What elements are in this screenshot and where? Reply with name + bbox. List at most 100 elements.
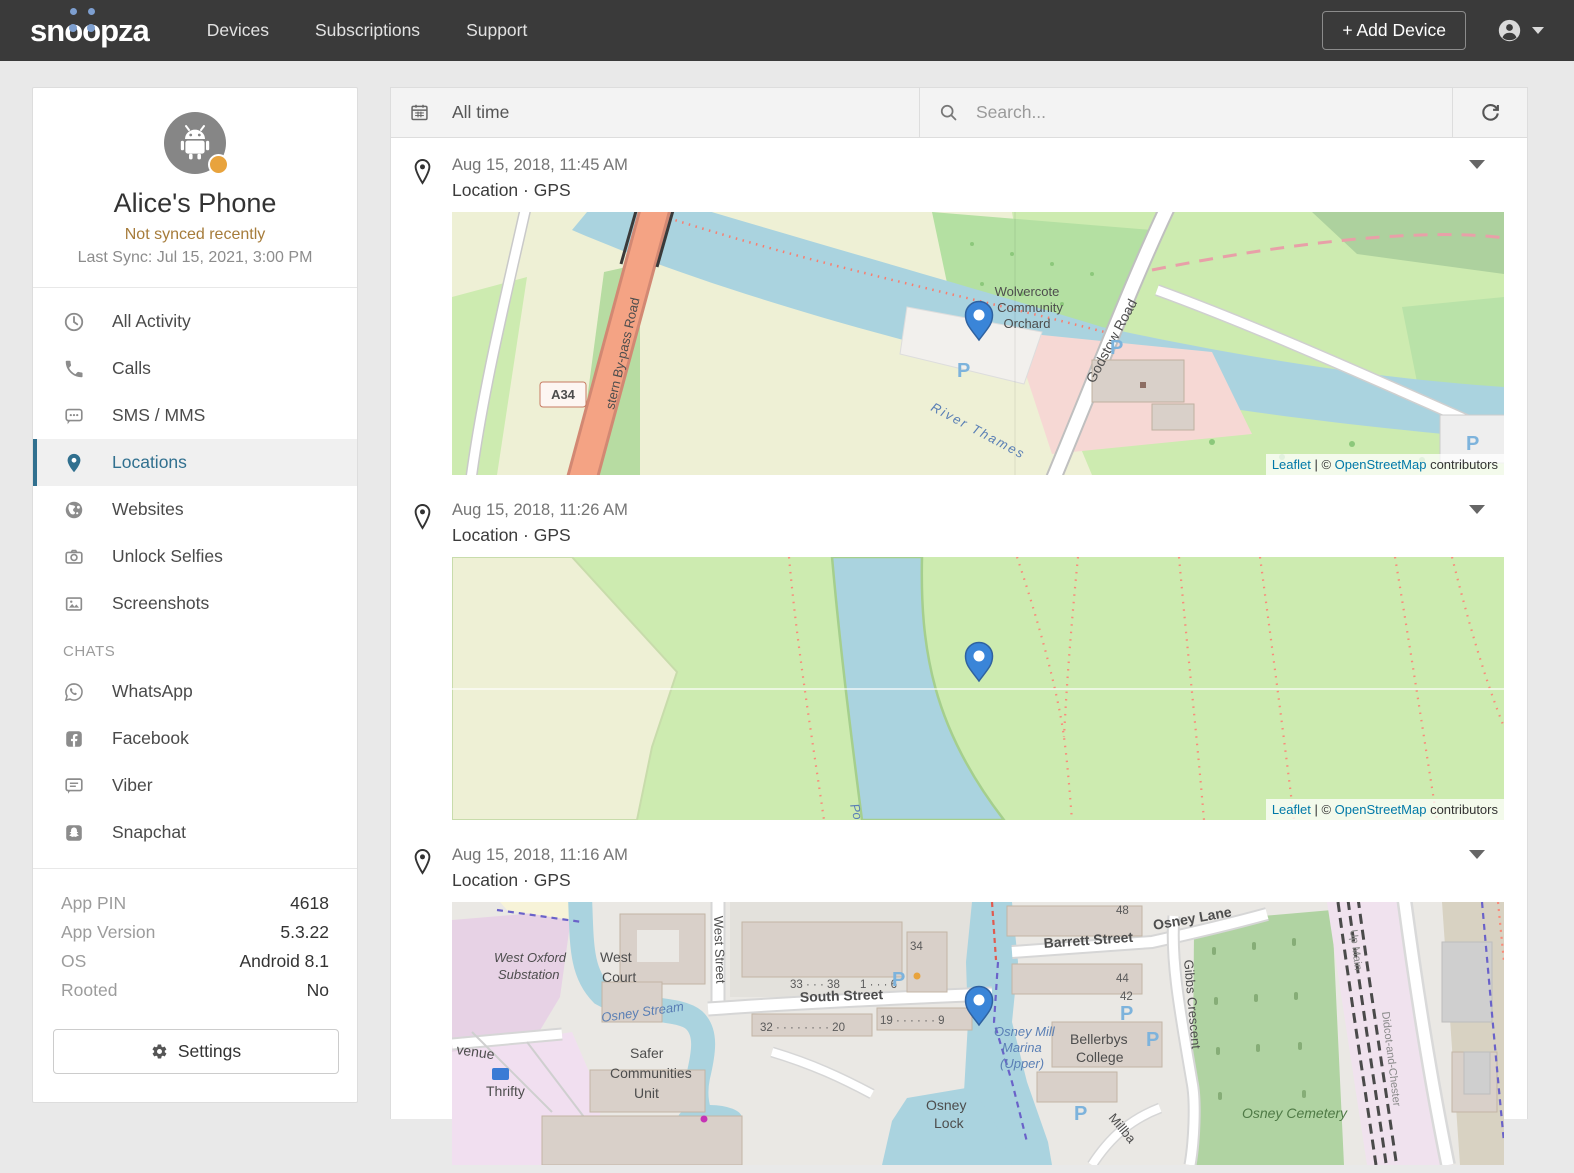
svg-text:P: P: [1146, 1029, 1159, 1051]
date-range-label: All time: [452, 102, 509, 123]
search-box: [920, 88, 1453, 137]
svg-text:Thrifty: Thrifty: [486, 1083, 525, 1099]
sidebar-item-label: Screenshots: [112, 593, 209, 614]
leaflet-link[interactable]: Leaflet: [1272, 802, 1311, 817]
camera-icon: [63, 546, 85, 568]
sidebar-item-locations[interactable]: Locations: [33, 439, 357, 486]
svg-text:Marina: Marina: [1002, 1040, 1042, 1055]
svg-text:48: 48: [1116, 905, 1129, 917]
profile-menu[interactable]: [1496, 17, 1544, 44]
sidebar-item-unlock-selfies[interactable]: Unlock Selfies: [33, 533, 357, 580]
map-osney[interactable]: West Oxford Substation West Court West S…: [452, 902, 1504, 1165]
refresh-icon: [1479, 101, 1502, 124]
sidebar-item-snapchat[interactable]: Snapchat: [33, 809, 357, 856]
entry-timestamp: Aug 15, 2018, 11:45 AM: [452, 156, 1527, 175]
chevron-down-icon: [1532, 27, 1544, 34]
svg-text:Bellerbys: Bellerbys: [1070, 1031, 1128, 1047]
entry-type: Location · GPS: [452, 525, 1527, 546]
svg-text:P: P: [1120, 1003, 1133, 1025]
sidebar-item-label: Locations: [112, 452, 187, 473]
info-label: App Version: [61, 918, 155, 947]
sidebar-item-calls[interactable]: Calls: [33, 345, 357, 392]
map-river-meadow[interactable]: Po: [452, 557, 1504, 820]
svg-text:42: 42: [1120, 991, 1133, 1003]
osm-link[interactable]: OpenStreetMap: [1335, 457, 1427, 472]
leaflet-link[interactable]: Leaflet: [1272, 457, 1311, 472]
svg-text:West Oxford: West Oxford: [494, 950, 567, 965]
sidebar-item-label: Calls: [112, 358, 151, 379]
svg-text:Safer: Safer: [630, 1045, 664, 1061]
svg-text:33 · · · 38: 33 · · · 38: [790, 979, 840, 991]
entry-header: Aug 15, 2018, 11:26 AM Location · GPS: [391, 501, 1527, 553]
map-wolvercote[interactable]: A34 stern By-pass Road Wolvercote Commun…: [452, 212, 1504, 475]
location-entry: Aug 15, 2018, 11:45 AM Location · GPS: [391, 138, 1527, 483]
sidebar-item-label: Viber: [112, 775, 153, 796]
filter-bar: All time: [391, 88, 1527, 138]
navbar-links: Devices Subscriptions Support: [207, 20, 528, 41]
location-pin-icon: [411, 503, 434, 530]
osm-link[interactable]: OpenStreetMap: [1335, 802, 1427, 817]
phone-icon: [63, 358, 85, 380]
collapse-chevron-icon[interactable]: [1469, 505, 1485, 514]
svg-text:32 · · · · · · · · 20: 32 · · · · · · · · 20: [760, 1022, 845, 1034]
info-value: Android 8.1: [239, 947, 329, 976]
svg-text:P: P: [1466, 433, 1479, 455]
viber-icon: [63, 775, 85, 797]
refresh-button[interactable]: [1453, 88, 1527, 137]
sidebar-nav: All Activity Calls SMS / MMS Locations: [33, 288, 357, 862]
navbar-link-support[interactable]: Support: [466, 20, 527, 41]
sync-status-badge: [208, 154, 229, 175]
device-sidebar: Alice's Phone Not synced recently Last S…: [32, 87, 358, 1103]
sidebar-item-label: Websites: [112, 499, 184, 520]
svg-text:Community: Community: [997, 300, 1063, 315]
top-navbar: snoopza Devices Subscriptions Support + …: [0, 0, 1574, 61]
sidebar-item-whatsapp[interactable]: WhatsApp: [33, 668, 357, 715]
sidebar-item-screenshots[interactable]: Screenshots: [33, 580, 357, 627]
device-info: App PIN 4618 App Version 5.3.22 OS Andro…: [33, 868, 357, 1013]
add-device-button[interactable]: + Add Device: [1322, 11, 1466, 50]
svg-text:44: 44: [1116, 973, 1129, 985]
sidebar-item-viber[interactable]: Viber: [33, 762, 357, 809]
sidebar-item-label: SMS / MMS: [112, 405, 205, 426]
sidebar-item-websites[interactable]: Websites: [33, 486, 357, 533]
svg-text:P: P: [892, 969, 905, 991]
svg-text:Lock: Lock: [934, 1115, 965, 1131]
svg-text:P: P: [1074, 1103, 1087, 1125]
search-input[interactable]: [974, 101, 1441, 124]
snoopza-logo[interactable]: snoopza: [30, 15, 149, 46]
navbar-link-devices[interactable]: Devices: [207, 20, 269, 41]
sidebar-item-facebook[interactable]: Facebook: [33, 715, 357, 762]
search-icon: [938, 102, 959, 123]
svg-text:Substation: Substation: [498, 967, 559, 982]
date-range-filter[interactable]: All time: [391, 88, 920, 137]
snoopza-dashboard: { "navbar": { "logo": {"p1": "sn", "o1":…: [0, 0, 1574, 1119]
svg-text:34: 34: [910, 941, 923, 953]
svg-text:Orchard: Orchard: [1004, 316, 1051, 331]
svg-text:Communities: Communities: [610, 1065, 692, 1081]
calendar-icon: [409, 102, 430, 123]
svg-text:19 · · · · · · 9: 19 · · · · · · 9: [880, 1015, 945, 1027]
info-value: 4618: [290, 889, 329, 918]
svg-text:Court: Court: [602, 969, 636, 985]
android-icon: [175, 123, 215, 163]
chat-bubble-icon: [63, 405, 85, 427]
gear-icon: [151, 1043, 168, 1060]
sidebar-item-label: Unlock Selfies: [112, 546, 223, 567]
navbar-link-subscriptions[interactable]: Subscriptions: [315, 20, 420, 41]
entry-timestamp: Aug 15, 2018, 11:26 AM: [452, 501, 1527, 520]
sidebar-item-all-activity[interactable]: All Activity: [33, 298, 357, 345]
entry-type: Location · GPS: [452, 870, 1527, 891]
device-name: Alice's Phone: [43, 188, 347, 219]
profile-icon: [1496, 17, 1523, 44]
settings-button[interactable]: Settings: [53, 1029, 339, 1074]
info-value: 5.3.22: [280, 918, 329, 947]
device-card: Alice's Phone Not synced recently Last S…: [33, 88, 357, 288]
entry-header: Aug 15, 2018, 11:16 AM Location · GPS: [391, 846, 1527, 898]
sidebar-item-label: Snapchat: [112, 822, 186, 843]
collapse-chevron-icon[interactable]: [1469, 160, 1485, 169]
sidebar-item-label: Facebook: [112, 728, 189, 749]
sidebar-item-sms-mms[interactable]: SMS / MMS: [33, 392, 357, 439]
location-entry: Aug 15, 2018, 11:16 AM Location · GPS: [391, 828, 1527, 1173]
info-row-app-pin: App PIN 4618: [61, 889, 329, 918]
collapse-chevron-icon[interactable]: [1469, 850, 1485, 859]
